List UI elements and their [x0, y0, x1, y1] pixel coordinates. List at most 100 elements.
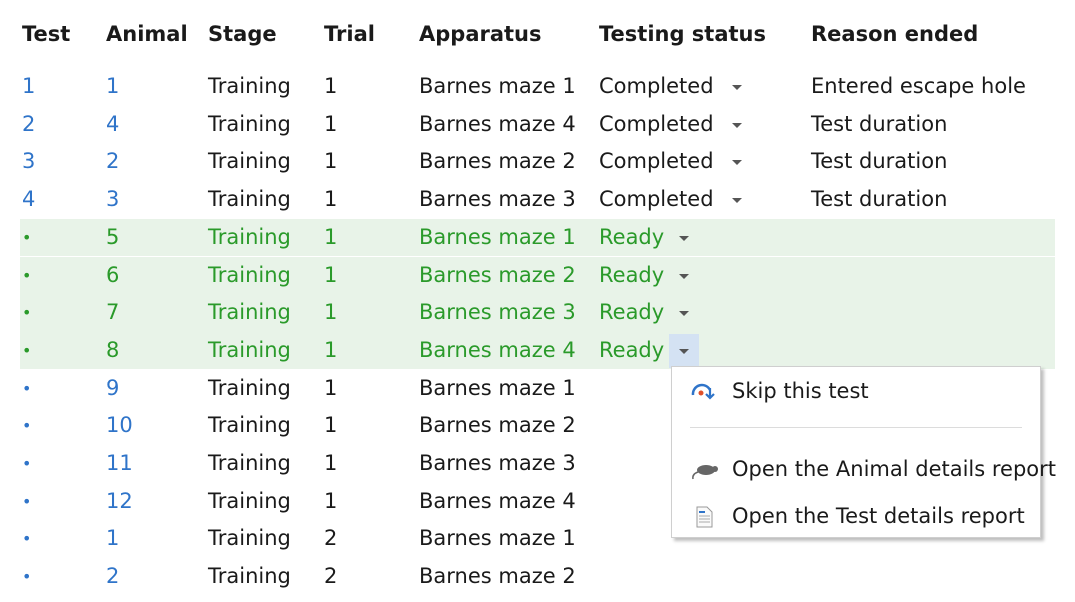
- menu-item-skip-test[interactable]: Skip this test: [672, 373, 1040, 409]
- animal-icon: [692, 465, 718, 480]
- status-cell: Completed: [599, 149, 714, 174]
- test-cell[interactable]: •: [22, 567, 31, 586]
- apparatus-cell: Barnes maze 4: [419, 337, 576, 362]
- trial-cell: 2: [324, 526, 338, 551]
- chevron-down-icon: [679, 235, 689, 241]
- table-row[interactable]: 4 3 Training 1 Barnes maze 3 Completed Test du…: [0, 181, 1075, 219]
- table-row[interactable]: • 5 Training 1 Barnes maze 1 Ready: [20, 218, 1055, 257]
- animal-link[interactable]: 10: [106, 413, 133, 437]
- chevron-down-icon: [732, 160, 742, 166]
- trial-cell: 1: [324, 413, 338, 438]
- status-dropdown-button[interactable]: [669, 259, 699, 293]
- header-animal[interactable]: Animal: [106, 22, 188, 46]
- menu-item-test-report[interactable]: Open the Test details report: [672, 498, 1040, 534]
- stage-cell: Training: [208, 526, 291, 551]
- apparatus-cell: Barnes maze 2: [419, 262, 576, 287]
- table-row[interactable]: • 8 Training 1 Barnes maze 4 Ready: [20, 331, 1055, 370]
- test-cell[interactable]: 2: [22, 112, 35, 136]
- apparatus-cell: Barnes maze 4: [419, 111, 576, 136]
- table-row[interactable]: • 2 Training 2 Barnes maze 2: [0, 558, 1075, 596]
- test-cell[interactable]: •: [22, 416, 31, 435]
- reason-cell: Test duration: [811, 187, 948, 212]
- status-dropdown-button[interactable]: [669, 296, 699, 330]
- test-cell[interactable]: •: [22, 228, 31, 247]
- table-row[interactable]: 2 4 Training 1 Barnes maze 4 Completed Test du…: [0, 106, 1075, 144]
- skip-icon: [691, 383, 715, 400]
- trial-cell: 1: [324, 74, 338, 98]
- chevron-down-icon: [679, 348, 689, 354]
- header-trial[interactable]: Trial: [324, 22, 375, 46]
- header-apparatus[interactable]: Apparatus: [419, 22, 542, 46]
- stage-cell: Training: [208, 111, 291, 136]
- animal-link[interactable]: 2: [106, 564, 119, 588]
- header-testing-status[interactable]: Testing status: [599, 22, 766, 46]
- trial-cell: 1: [324, 337, 338, 362]
- animal-link[interactable]: 1: [106, 526, 119, 550]
- stage-cell: Training: [208, 262, 291, 287]
- stage-cell: Training: [208, 488, 291, 513]
- menu-separator: [690, 427, 1022, 428]
- table-row[interactable]: • 6 Training 1 Barnes maze 2 Ready: [20, 256, 1055, 295]
- stage-cell: Training: [208, 149, 291, 174]
- menu-item-label: Open the Animal details report: [732, 457, 1057, 481]
- animal-link[interactable]: 4: [106, 112, 119, 136]
- trial-cell: 1: [324, 488, 338, 513]
- reason-cell: Test duration: [811, 149, 948, 174]
- animal-link[interactable]: 9: [106, 376, 119, 400]
- menu-item-label: Skip this test: [732, 379, 869, 403]
- table-row[interactable]: 3 2 Training 1 Barnes maze 2 Completed Test du…: [0, 143, 1075, 181]
- menu-item-animal-report[interactable]: Open the Animal details report: [672, 451, 1056, 487]
- chevron-down-icon: [732, 198, 742, 204]
- animal-link[interactable]: 6: [106, 263, 119, 287]
- animal-link[interactable]: 2: [106, 149, 119, 173]
- apparatus-cell: Barnes maze 1: [419, 224, 576, 249]
- animal-link[interactable]: 11: [106, 451, 133, 475]
- stage-cell: Training: [208, 564, 291, 589]
- status-dropdown-button[interactable]: [669, 333, 699, 368]
- animal-link[interactable]: 3: [106, 187, 119, 211]
- trial-cell: 2: [324, 564, 338, 589]
- trial-cell: 1: [324, 262, 338, 287]
- status-dropdown-button[interactable]: [722, 70, 752, 104]
- test-cell[interactable]: •: [22, 529, 31, 548]
- animal-link[interactable]: 1: [106, 74, 119, 98]
- test-cell[interactable]: •: [22, 266, 31, 285]
- stage-cell: Training: [208, 337, 291, 362]
- test-cell[interactable]: •: [22, 341, 31, 360]
- test-cell[interactable]: •: [22, 379, 31, 398]
- apparatus-cell: Barnes maze 3: [419, 300, 576, 325]
- status-cell: Ready: [599, 262, 665, 287]
- animal-link[interactable]: 12: [106, 489, 133, 513]
- apparatus-cell: Barnes maze 1: [419, 74, 576, 98]
- test-cell[interactable]: 4: [22, 187, 35, 211]
- trial-cell: 1: [324, 187, 338, 212]
- trial-cell: 1: [324, 451, 338, 475]
- status-dropdown-button[interactable]: [722, 108, 752, 142]
- animal-link[interactable]: 7: [106, 300, 119, 324]
- table-row[interactable]: 1 1 Training 1 Barnes maze 1 Completed Entered…: [0, 68, 1075, 106]
- animal-link[interactable]: 8: [106, 338, 119, 362]
- trial-cell: 1: [324, 111, 338, 136]
- stage-cell: Training: [208, 187, 291, 212]
- apparatus-cell: Barnes maze 4: [419, 488, 576, 513]
- trial-cell: 1: [324, 300, 338, 325]
- stage-cell: Training: [208, 375, 291, 400]
- test-cell[interactable]: •: [22, 492, 31, 511]
- animal-link[interactable]: 5: [106, 225, 119, 249]
- document-icon: [696, 506, 713, 528]
- status-dropdown-button[interactable]: [722, 145, 752, 179]
- chevron-down-icon: [732, 122, 742, 128]
- header-reason-ended[interactable]: Reason ended: [811, 22, 978, 46]
- chevron-down-icon: [732, 85, 742, 90]
- status-dropdown-button[interactable]: [722, 183, 752, 217]
- test-cell[interactable]: •: [22, 454, 31, 473]
- status-dropdown-button[interactable]: [669, 221, 699, 255]
- test-cell[interactable]: 1: [22, 74, 35, 98]
- test-cell[interactable]: 3: [22, 149, 35, 173]
- header-test[interactable]: Test: [22, 22, 70, 46]
- apparatus-cell: Barnes maze 1: [419, 526, 576, 551]
- header-stage[interactable]: Stage: [208, 22, 277, 46]
- table-row[interactable]: • 7 Training 1 Barnes maze 3 Ready: [20, 294, 1055, 332]
- reason-cell: Test duration: [811, 111, 948, 136]
- test-cell[interactable]: •: [22, 303, 31, 322]
